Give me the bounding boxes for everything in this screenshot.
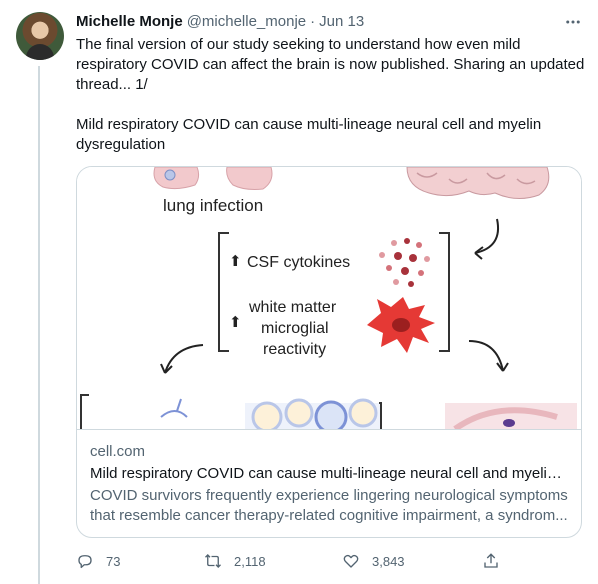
share-icon [484,553,498,568]
separator-dot: · [310,13,316,30]
more-horizontal-icon [566,20,580,24]
retweet-button[interactable]: 2,118 [204,552,266,570]
author-name[interactable]: Michelle Monje [76,13,183,30]
bracket-left [218,232,229,352]
like-button[interactable]: 3,843 [342,552,405,570]
card-title: Mild respiratory COVID can cause multi-l… [90,465,568,482]
avatar-shirt [26,44,54,60]
arrow-left-down [164,344,204,374]
like-count: 3,843 [372,553,405,569]
card-image[interactable]: lung infection ⬆ CSF cytokines ⬆ white m… [77,167,581,429]
bottom-panels [80,394,577,429]
bracket-right [439,232,450,352]
author-handle[interactable]: @michelle_monje [187,13,306,30]
link-card[interactable]: lung infection ⬆ CSF cytokines ⬆ white m… [76,166,582,538]
tweet-paragraph: Mild respiratory COVID can cause multi-l… [76,116,542,153]
cytokine-dots [379,238,430,287]
up-arrow-csf: ⬆ [229,253,242,270]
thread-line [38,66,40,584]
tweet-paragraph: The final version of our study seeking t… [76,36,585,93]
white-matter-label: white matter [248,299,337,316]
lungs-illustration [153,167,273,190]
tweet-actions: 73 2,118 3,843 [76,552,506,576]
lung-infection-label: lung infection [163,196,263,215]
reply-icon [78,555,92,569]
card-info[interactable]: cell.com Mild respiratory COVID can caus… [77,429,581,537]
avatar[interactable] [16,12,64,60]
card-description-line: that resemble cancer therapy-related cog… [90,507,568,524]
arrow-brain-to-bracket [474,218,499,254]
retweet-count: 2,118 [234,553,266,569]
arrow-right-down [468,340,504,372]
brain-illustration [406,167,550,199]
more-options-button[interactable] [561,10,585,34]
card-description: COVID survivors frequently experience li… [90,486,568,526]
figure-illustration: lung infection ⬆ CSF cytokines ⬆ white m… [80,167,577,429]
tweet-text: The final version of our study seeking t… [76,35,586,175]
microglial-label: microglial [261,320,329,337]
heart-icon [343,554,359,568]
reactivity-label: reactivity [263,341,326,358]
share-button[interactable] [482,552,512,570]
csf-cytokines-label: CSF cytokines [247,254,350,271]
tweet-header: Michelle Monje @michelle_monje · Jun 13 [76,13,364,30]
up-arrow-white-matter: ⬆ [229,314,242,331]
microglia-cell-illustration [367,297,435,353]
card-description-line: COVID survivors frequently experience li… [90,487,568,504]
reply-count: 73 [106,553,121,569]
card-domain: cell.com [90,443,146,460]
retweet-icon [205,554,221,568]
reply-button[interactable]: 73 [76,552,120,570]
tweet-date[interactable]: Jun 13 [319,13,364,30]
